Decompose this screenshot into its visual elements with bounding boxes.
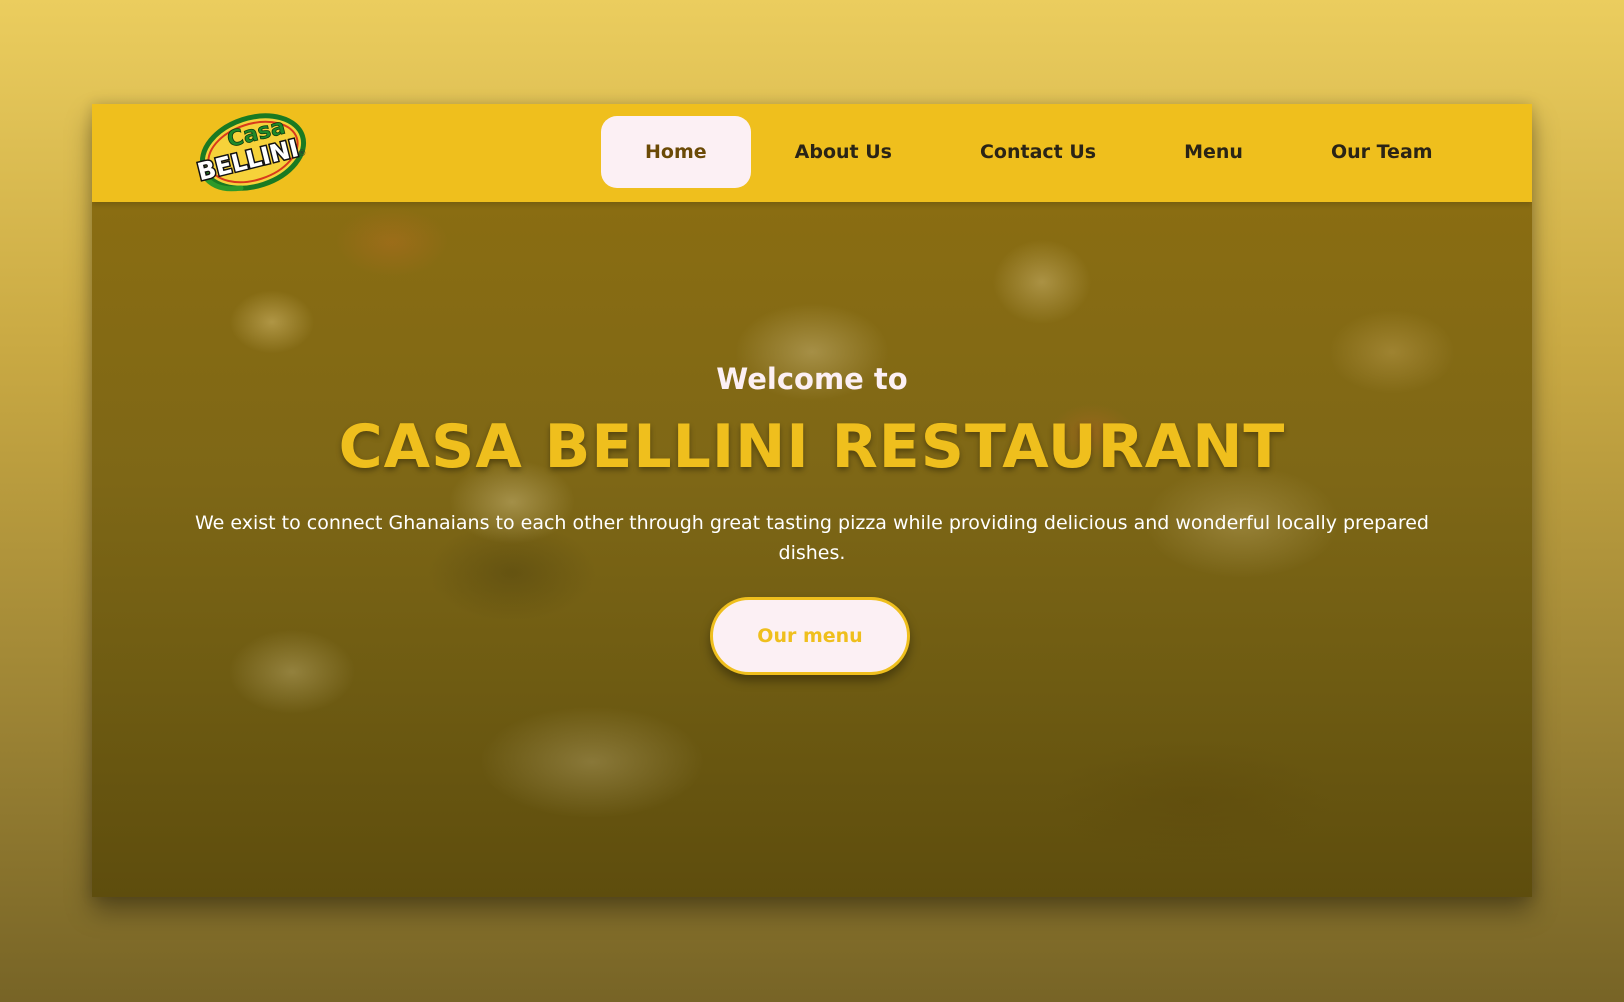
main-nav: Home About Us Contact Us Menu Our Team <box>601 116 1477 188</box>
nav-home[interactable]: Home <box>601 116 751 188</box>
navbar: Casa BELLINI ® Home About Us Contact Us … <box>92 104 1532 202</box>
hero-description: We exist to connect Ghanaians to each ot… <box>194 512 1429 564</box>
svg-text:®: ® <box>298 149 307 159</box>
nav-menu[interactable]: Menu <box>1140 116 1287 188</box>
hero-welcome-text: Welcome to <box>716 362 908 396</box>
hero-title: CASA BELLINI RESTAURANT <box>338 412 1286 482</box>
nav-about-us[interactable]: About Us <box>751 116 936 188</box>
site-frame: Casa BELLINI ® Home About Us Contact Us … <box>92 104 1532 897</box>
casa-bellini-logo[interactable]: Casa BELLINI ® <box>193 106 310 194</box>
our-menu-button[interactable]: Our menu <box>710 597 910 675</box>
nav-our-team[interactable]: Our Team <box>1287 116 1477 188</box>
nav-contact-us[interactable]: Contact Us <box>936 116 1140 188</box>
hero-section: Welcome to CASA BELLINI RESTAURANT We ex… <box>92 202 1532 897</box>
